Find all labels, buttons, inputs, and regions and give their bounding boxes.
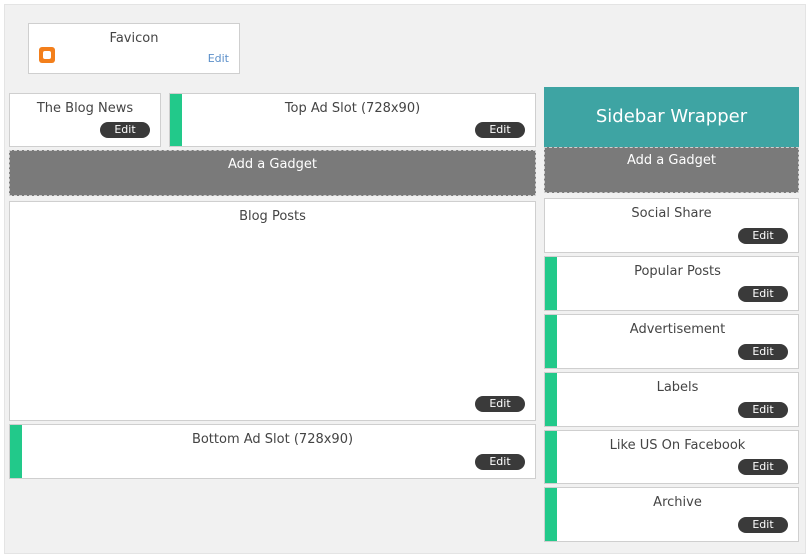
sidebar-widget-archive: Archive Edit (544, 487, 799, 542)
top-ad-title: Top Ad Slot (728x90) (284, 101, 421, 116)
widget-edit-button[interactable]: Edit (738, 459, 788, 475)
top-ad-widget: Top Ad Slot (728x90) Edit (169, 93, 536, 147)
top-ad-edit-button[interactable]: Edit (475, 122, 525, 138)
favicon-widget: Favicon Edit (28, 23, 240, 74)
sidebar-header: Sidebar Wrapper (544, 87, 799, 147)
bottom-ad-widget: Bottom Ad Slot (728x90) Edit (9, 424, 536, 479)
widget-title: Advertisement (629, 322, 726, 337)
blogger-icon (39, 47, 55, 63)
blog-news-edit-button[interactable]: Edit (100, 122, 150, 138)
sidebar-add-gadget[interactable]: Add a Gadget (544, 147, 799, 193)
sidebar-widget-popular-posts: Popular Posts Edit (544, 256, 799, 311)
widget-title: Archive (653, 495, 702, 510)
widget-title: Like US On Facebook (609, 438, 746, 453)
blog-news-widget: The Blog News Edit (9, 93, 161, 147)
bottom-ad-title: Bottom Ad Slot (728x90) (191, 432, 354, 447)
widget-title: Popular Posts (634, 264, 721, 279)
sidebar-widget-labels: Labels Edit (544, 372, 799, 427)
blog-news-title: The Blog News (36, 101, 134, 116)
sidebar-widget-social-share: Social Share Edit (544, 198, 799, 253)
bottom-ad-edit-button[interactable]: Edit (475, 454, 525, 470)
widget-edit-button[interactable]: Edit (738, 286, 788, 302)
widget-edit-button[interactable]: Edit (738, 402, 788, 418)
blog-posts-edit-button[interactable]: Edit (475, 396, 525, 412)
favicon-edit-link[interactable]: Edit (208, 52, 229, 65)
blog-posts-widget: Blog Posts Edit (9, 201, 536, 421)
blog-posts-title: Blog Posts (239, 209, 306, 224)
sidebar-widget-advertisement: Advertisement Edit (544, 314, 799, 369)
widget-title: Social Share (631, 206, 712, 221)
main-add-gadget[interactable]: Add a Gadget (9, 150, 536, 196)
favicon-title: Favicon (109, 31, 159, 46)
widget-title: Labels (656, 380, 699, 395)
widget-edit-button[interactable]: Edit (738, 517, 788, 533)
sidebar-widget-facebook: Like US On Facebook Edit (544, 430, 799, 484)
widget-edit-button[interactable]: Edit (738, 228, 788, 244)
widget-edit-button[interactable]: Edit (738, 344, 788, 360)
